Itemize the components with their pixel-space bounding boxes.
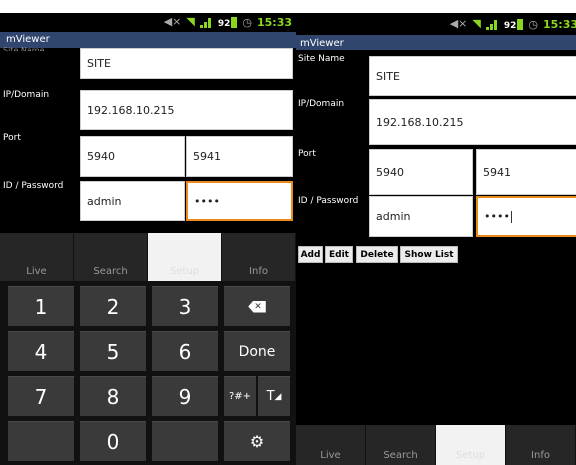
wifi-icon: ◥ bbox=[186, 15, 195, 28]
ip-domain-label: IP/Domain bbox=[298, 99, 345, 109]
right-phone-screen: ◀× ◥ 92 ◷ 15:33 mViewer Site Name SITE I… bbox=[296, 13, 576, 465]
tab-search[interactable]: Search bbox=[74, 233, 148, 281]
ip-domain-input[interactable]: 192.168.10.215 bbox=[369, 99, 576, 145]
numeric-keypad: 1 2 3 ✕ 4 5 6 Done 7 8 9 ?#+ T ◢ 0 ⚙ bbox=[0, 281, 296, 465]
done-key[interactable]: Done bbox=[224, 331, 290, 371]
battery-level: 92 bbox=[503, 20, 517, 31]
clock-time: 15:33 bbox=[256, 15, 292, 29]
status-bar: ◀× ◥ 92 ◷ 15:33 bbox=[296, 13, 576, 34]
site-name-label: Site Name bbox=[298, 54, 345, 64]
battery-icon: 92 bbox=[504, 18, 524, 31]
status-bar: ◀× ◥ 92 ◷ 15:33 bbox=[0, 13, 296, 32]
gear-icon: ⚙ bbox=[249, 432, 265, 451]
left-phone-screen: ◀× ◥ 92 ◷ 15:33 mViewer Site Name SITE I… bbox=[0, 13, 296, 465]
tab-bar: Live Search Setup Info bbox=[296, 425, 576, 465]
password-input[interactable]: •••• bbox=[186, 181, 293, 221]
port-input-2[interactable]: 5941 bbox=[186, 136, 293, 177]
edit-button[interactable]: Edit bbox=[325, 246, 353, 263]
ip-domain-label: IP/Domain bbox=[3, 90, 50, 100]
key-9[interactable]: 9 bbox=[152, 376, 218, 416]
site-name-input[interactable]: SITE bbox=[369, 56, 576, 96]
battery-icon: 92 bbox=[218, 16, 238, 29]
signal-icon bbox=[199, 17, 213, 28]
delete-button[interactable]: Delete bbox=[356, 246, 398, 263]
key-1[interactable]: 1 bbox=[8, 286, 74, 326]
key-4[interactable]: 4 bbox=[8, 331, 74, 371]
text-mode-label: T bbox=[266, 389, 275, 404]
tab-search[interactable]: Search bbox=[366, 425, 436, 465]
tab-setup[interactable]: Setup bbox=[148, 233, 222, 281]
key-7[interactable]: 7 bbox=[8, 376, 74, 416]
blank-key bbox=[152, 421, 218, 461]
text-mode-key[interactable]: T ◢ bbox=[258, 376, 290, 416]
signal-icon bbox=[485, 19, 499, 30]
port-label: Port bbox=[3, 133, 21, 143]
id-input[interactable]: admin bbox=[369, 196, 473, 237]
id-password-label: ID / Password bbox=[3, 181, 64, 191]
alarm-clock-icon: ◷ bbox=[242, 15, 252, 29]
wifi-icon: ◥ bbox=[472, 17, 481, 30]
settings-key[interactable]: ⚙ bbox=[224, 421, 290, 461]
key-2[interactable]: 2 bbox=[80, 286, 146, 326]
tab-live[interactable]: Live bbox=[296, 425, 366, 465]
id-input[interactable]: admin bbox=[80, 181, 185, 221]
key-5[interactable]: 5 bbox=[80, 331, 146, 371]
id-password-label: ID / Password bbox=[298, 196, 359, 206]
site-name-input[interactable]: SITE bbox=[80, 48, 293, 79]
key-3[interactable]: 3 bbox=[152, 286, 218, 326]
site-name-label: Site Name bbox=[3, 46, 45, 51]
battery-level: 92 bbox=[217, 18, 231, 29]
key-8[interactable]: 8 bbox=[80, 376, 146, 416]
show-list-button[interactable]: Show List bbox=[400, 246, 458, 263]
port-label: Port bbox=[298, 149, 316, 159]
backspace-key[interactable]: ✕ bbox=[224, 286, 290, 326]
ip-domain-input[interactable]: 192.168.10.215 bbox=[80, 90, 293, 130]
alarm-clock-icon: ◷ bbox=[528, 17, 538, 31]
tab-info[interactable]: Info bbox=[506, 425, 576, 465]
tab-bar: Live Search Setup Info bbox=[0, 233, 296, 281]
clock-time: 15:33 bbox=[542, 17, 576, 31]
pencil-icon: ◢ bbox=[274, 391, 282, 402]
symbols-key[interactable]: ?#+ bbox=[224, 376, 256, 416]
mute-icon: ◀× bbox=[163, 15, 182, 28]
app-title: mViewer bbox=[296, 35, 576, 50]
blank-key bbox=[8, 421, 74, 461]
text-cursor bbox=[510, 210, 512, 223]
backspace-icon: ✕ bbox=[248, 300, 266, 313]
port-input-1[interactable]: 5940 bbox=[369, 149, 473, 195]
tab-setup[interactable]: Setup bbox=[436, 425, 506, 465]
key-0[interactable]: 0 bbox=[80, 421, 146, 461]
key-6[interactable]: 6 bbox=[152, 331, 218, 371]
add-button[interactable]: Add bbox=[298, 246, 323, 263]
mute-icon: ◀× bbox=[449, 17, 468, 30]
tab-live[interactable]: Live bbox=[0, 233, 74, 281]
password-value: •••• bbox=[484, 210, 510, 223]
port-input-2[interactable]: 5941 bbox=[476, 149, 576, 195]
tab-info[interactable]: Info bbox=[222, 233, 296, 281]
password-input[interactable]: •••• bbox=[476, 196, 576, 237]
port-input-1[interactable]: 5940 bbox=[80, 136, 185, 177]
